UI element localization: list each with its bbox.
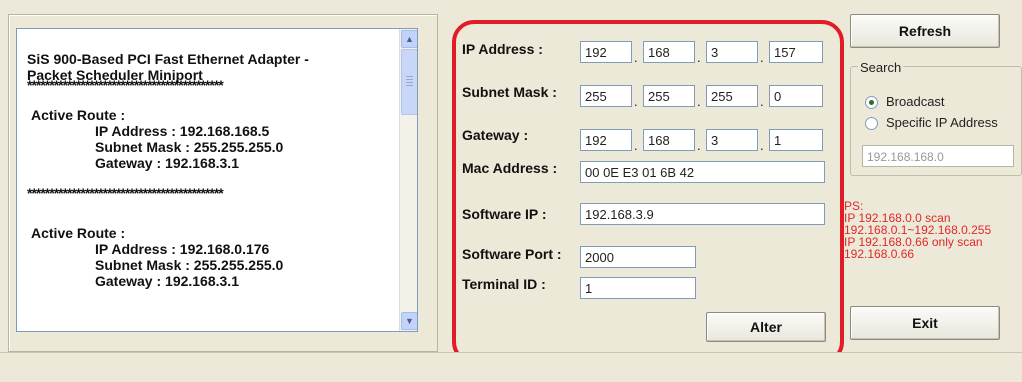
- alter-button[interactable]: Alter: [706, 312, 826, 342]
- octet-dot: .: [634, 138, 638, 153]
- refresh-button[interactable]: Refresh: [850, 14, 1000, 48]
- adapter-name-line1: SiS 900-Based PCI Fast Ethernet Adapter …: [27, 51, 309, 67]
- ip-octet-4-field[interactable]: 157: [769, 41, 823, 63]
- specific-ip-label[interactable]: Specific IP Address: [886, 115, 998, 130]
- route-ip: IP Address : 192.168.168.5: [95, 123, 270, 139]
- ip-address-label: IP Address :: [462, 41, 543, 57]
- octet-dot: .: [760, 94, 764, 109]
- separator: ****************************************…: [27, 77, 224, 93]
- ps-note: PS: IP 192.168.0.0 scan 192.168.0.1~192.…: [844, 200, 1022, 260]
- octet-dot: .: [760, 50, 764, 65]
- mask-octet-2-field[interactable]: 255: [643, 85, 695, 107]
- octet-dot: .: [697, 138, 701, 153]
- route-mask: Subnet Mask : 255.255.255.0: [95, 139, 284, 155]
- ip-octet-2-field[interactable]: 168: [643, 41, 695, 63]
- separator: ****************************************…: [27, 185, 224, 201]
- software-ip-label: Software IP :: [462, 206, 547, 222]
- octet-dot: .: [760, 138, 764, 153]
- octet-dot: .: [634, 50, 638, 65]
- route-heading: Active Route :: [31, 107, 126, 123]
- mask-octet-3-field[interactable]: 255: [706, 85, 758, 107]
- ip-octet-1-field[interactable]: 192: [580, 41, 632, 63]
- route-list-scrollbar[interactable]: ▲ ▼: [399, 29, 417, 331]
- gateway-octet-2-field[interactable]: 168: [643, 129, 695, 151]
- ip-octet-3-field[interactable]: 3: [706, 41, 758, 63]
- octet-dot: .: [697, 50, 701, 65]
- mask-octet-1-field[interactable]: 255: [580, 85, 632, 107]
- route-ip: IP Address : 192.168.0.176: [95, 241, 270, 257]
- gateway-label: Gateway :: [462, 127, 529, 143]
- exit-button[interactable]: Exit: [850, 306, 1000, 340]
- scroll-down-icon[interactable]: ▼: [401, 312, 417, 330]
- mac-address-label: Mac Address :: [462, 160, 558, 176]
- gateway-octet-4-field[interactable]: 1: [769, 129, 823, 151]
- mask-octet-4-field[interactable]: 0: [769, 85, 823, 107]
- specific-ip-radio[interactable]: [865, 117, 878, 130]
- broadcast-radio[interactable]: [865, 96, 878, 109]
- route-gateway: Gateway : 192.168.3.1: [95, 273, 239, 289]
- search-group-title: Search: [858, 60, 904, 75]
- terminal-id-label: Terminal ID :: [462, 276, 546, 292]
- mac-address-field[interactable]: 00 0E E3 01 6B 42: [580, 161, 825, 183]
- octet-dot: .: [634, 94, 638, 109]
- route-heading: Active Route :: [31, 225, 126, 241]
- software-ip-field[interactable]: 192.168.3.9: [580, 203, 825, 225]
- route-gateway: Gateway : 192.168.3.1: [95, 155, 239, 171]
- route-mask: Subnet Mask : 255.255.255.0: [95, 257, 284, 273]
- broadcast-label[interactable]: Broadcast: [886, 94, 945, 109]
- software-port-field[interactable]: 2000: [580, 246, 696, 268]
- radio-selected-dot: [869, 100, 874, 105]
- ps-note-line: 192.168.0.66: [844, 247, 915, 261]
- status-bar: [0, 352, 1022, 382]
- octet-dot: .: [697, 94, 701, 109]
- software-port-label: Software Port :: [462, 246, 562, 262]
- gateway-octet-3-field[interactable]: 3: [706, 129, 758, 151]
- scroll-up-icon[interactable]: ▲: [401, 30, 417, 48]
- gateway-octet-1-field[interactable]: 192: [580, 129, 632, 151]
- specific-ip-field[interactable]: 192.168.168.0: [862, 145, 1014, 167]
- route-list-content: SiS 900-Based PCI Fast Ethernet Adapter …: [27, 51, 392, 289]
- terminal-id-field[interactable]: 1: [580, 277, 696, 299]
- route-listbox[interactable]: SiS 900-Based PCI Fast Ethernet Adapter …: [16, 28, 418, 332]
- scroll-thumb[interactable]: [401, 49, 417, 115]
- subnet-mask-label: Subnet Mask :: [462, 84, 557, 100]
